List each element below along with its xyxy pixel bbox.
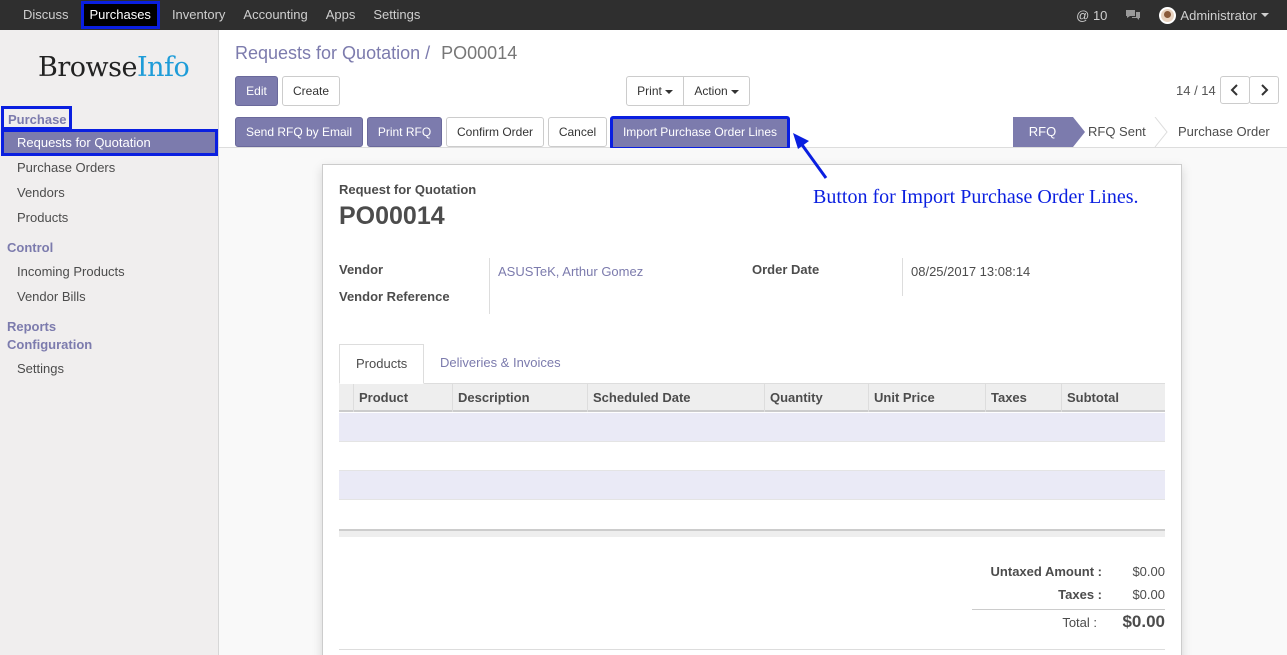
systray: @ 10 Administrator [1076,0,1287,30]
sidebar-section-control: Control [7,240,54,255]
order-lines-header: Product Description Scheduled Date Quant… [339,384,1165,412]
breadcrumb: Requests for Quotation / PO00014 [235,43,517,64]
chat-icon[interactable] [1125,8,1141,22]
sidebar-item-requests-for-quotation[interactable]: Requests for Quotation [1,129,218,156]
avatar [1159,6,1177,24]
field-separator [489,258,490,314]
sheet-divider [339,649,1165,650]
order-date-label: Order Date [752,262,820,277]
menu-discuss[interactable]: Discuss [14,0,78,30]
vendor-label: Vendor [339,262,384,277]
table-row [339,500,1165,529]
annotation-text: Button for Import Purchase Order Lines. [813,186,1139,208]
column-scheduled-date[interactable]: Scheduled Date [587,384,764,412]
sidebar-section-reports[interactable]: Reports [7,319,56,334]
breadcrumb-parent[interactable]: Requests for Quotation [235,43,420,63]
untaxed-amount-value: $0.00 [1132,564,1165,579]
table-row [339,442,1165,471]
caret-down-icon [664,89,673,94]
column-unit-price[interactable]: Unit Price [868,384,985,412]
table-row [339,413,1165,442]
column-quantity[interactable]: Quantity [764,384,869,412]
stage-rfq[interactable]: RFQ [1013,117,1072,147]
sidebar-item-products[interactable]: Products [17,210,68,225]
chevron-down-icon [1261,13,1269,17]
total-value: $0.00 [1122,612,1165,631]
totals-divider [972,609,1165,610]
chevron-right-icon [1261,84,1269,96]
send-rfq-by-email-button[interactable]: Send RFQ by Email [235,117,363,147]
menu-settings[interactable]: Settings [364,0,429,30]
caret-down-icon [730,89,739,94]
document-type-label: Request for Quotation [339,182,477,197]
column-product[interactable]: Product [353,384,453,412]
user-name: Administrator [1180,7,1257,23]
print-rfq-button[interactable]: Print RFQ [367,117,442,147]
sidebar-item-incoming-products[interactable]: Incoming Products [17,264,125,279]
tab-products[interactable]: Products [339,344,425,384]
top-navbar: Discuss Purchases Inventory Accounting A… [0,0,1287,30]
app-menu: Discuss Purchases Inventory Accounting A… [14,0,429,30]
breadcrumb-separator: / [425,43,431,63]
cancel-button[interactable]: Cancel [548,117,607,147]
taxes-value: $0.00 [1132,587,1165,602]
table-row [339,471,1165,500]
taxes-label: Taxes : [1058,587,1102,602]
pager-next-button[interactable] [1249,76,1279,104]
annotation-arrow-icon [793,133,828,179]
sidebar: BrowseInfo Purchase Requests for Quotati… [0,30,219,655]
column-description[interactable]: Description [452,384,587,412]
column-subtotal[interactable]: Subtotal [1061,384,1165,412]
breadcrumb-current: PO00014 [441,43,518,63]
menu-accounting[interactable]: Accounting [234,0,316,30]
menu-purchases[interactable]: Purchases [80,1,160,29]
user-menu[interactable]: Administrator [1159,6,1269,24]
pager-previous-button[interactable] [1220,76,1250,104]
column-taxes[interactable]: Taxes [985,384,1061,412]
menu-apps[interactable]: Apps [317,0,365,30]
untaxed-amount-label: Untaxed Amount : [990,564,1102,579]
field-separator [902,258,903,296]
pager-value: 14 / 14 [1176,83,1216,98]
create-button[interactable]: Create [282,76,340,106]
stage-purchase-order[interactable]: Purchase Order [1178,117,1270,147]
edit-button[interactable]: Edit [235,76,278,106]
action-dropdown[interactable]: Action [683,76,750,106]
order-date-value: 08/25/2017 13:08:14 [911,264,1031,279]
tab-deliveries-invoices[interactable]: Deliveries & Invoices [424,344,577,384]
sidebar-item-vendors[interactable]: Vendors [17,185,65,200]
company-logo: BrowseInfo [38,52,190,83]
mentions-counter[interactable]: @ 10 [1076,8,1107,23]
sidebar-item-purchase-orders[interactable]: Purchase Orders [17,160,115,175]
order-lines-footer [339,529,1165,537]
confirm-order-button[interactable]: Confirm Order [446,117,544,147]
import-purchase-order-lines-button[interactable]: Import Purchase Order Lines [610,116,790,150]
vendor-value[interactable]: ASUSTeK, Arthur Gomez [498,264,643,279]
sidebar-item-settings[interactable]: Settings [17,361,64,376]
sidebar-section-configuration: Configuration [7,337,93,352]
stage-rfq-sent[interactable]: RFQ Sent [1088,117,1146,147]
total-label: Total : [1062,615,1097,630]
chevron-left-icon [1230,84,1238,96]
document-number: PO00014 [339,202,445,230]
sidebar-item-vendor-bills[interactable]: Vendor Bills [17,289,86,304]
print-dropdown[interactable]: Print [626,76,684,106]
sidebar-section-purchase: Purchase [1,106,72,130]
menu-inventory[interactable]: Inventory [163,0,234,30]
vendor-reference-label: Vendor Reference [339,289,450,304]
